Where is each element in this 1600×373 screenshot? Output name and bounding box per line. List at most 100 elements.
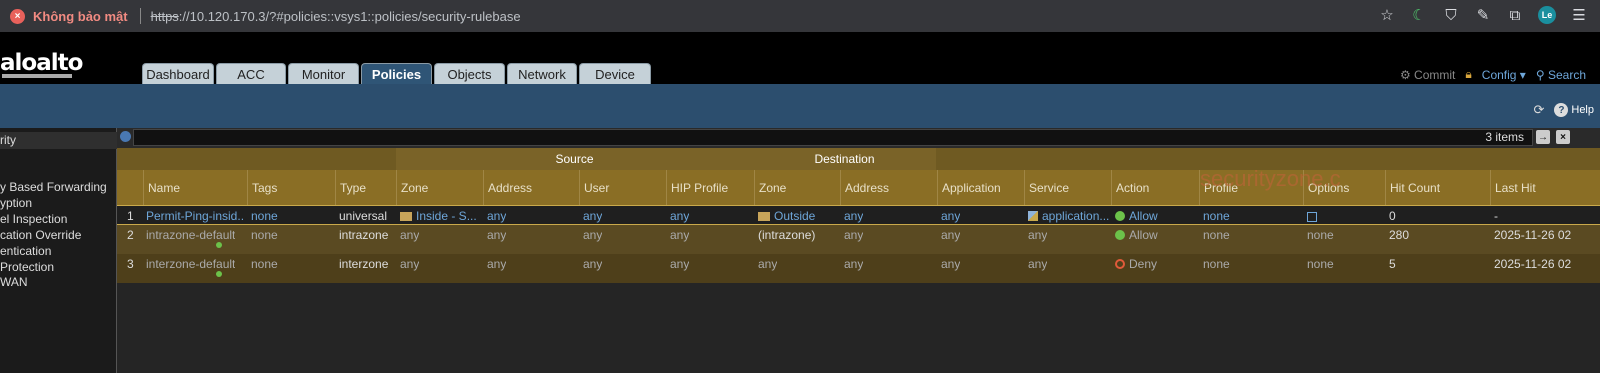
rule-profile[interactable]: none [1203,209,1230,223]
logo-subtext [2,74,72,78]
url-scheme: https [150,8,179,24]
warning-icon: × [10,8,25,24]
col-type[interactable]: Type [335,170,366,205]
zone-icon [758,212,770,221]
rule-src-zone: any [400,228,420,242]
col-application[interactable]: Application [937,170,1001,205]
rule-name[interactable]: intrazone-default [146,228,235,242]
security-warning[interactable]: × Không bảo mật [10,8,128,24]
col-name[interactable]: Name [143,170,180,205]
rule-options: none [1307,257,1334,271]
pen-icon[interactable]: ✎ [1474,6,1492,24]
rule-name[interactable]: interzone-default [146,257,235,271]
menu-icon[interactable]: ☰ [1570,6,1588,24]
default-rule-icon [216,242,222,248]
table-row[interactable]: 2 intrazone-default none intrazone any a… [117,225,1600,254]
filter-icon[interactable] [120,131,131,142]
items-count: 3 items [1485,130,1524,144]
col-src-address[interactable]: Address [483,170,532,205]
sidebar-item-dos-protection[interactable]: Protection [0,260,54,274]
tab-objects[interactable]: Objects [434,63,505,84]
tab-acc[interactable]: ACC [216,63,286,84]
rule-options: none [1307,228,1334,242]
lock-icon[interactable]: 🔒︎ [1465,67,1471,82]
policy-sidebar: rity y Based Forwarding yption el Inspec… [0,128,117,373]
rule-src-zone-label: Inside - S... [416,209,477,223]
row-number: 1 [127,209,134,223]
col-user[interactable]: User [579,170,609,205]
sidebar-item-app-override[interactable]: cation Override [0,228,81,242]
logo: aloalto [0,50,83,76]
filter-input[interactable] [133,129,1533,146]
apply-filter-icon[interactable]: → [1536,130,1550,144]
rule-user[interactable]: any [583,209,602,223]
rule-application[interactable]: any [941,209,960,223]
table-row[interactable]: 3 interzone-default none interzone any a… [117,254,1600,283]
rule-hip[interactable]: any [670,209,689,223]
config-button[interactable]: Config ▾ [1482,68,1526,82]
sidebar-item-security[interactable]: rity [0,132,117,149]
address-bar[interactable]: https://10.120.170.3/?#policies::vsys1::… [151,9,521,24]
rule-last-hit: 2025-11-26 02 [1494,228,1572,242]
sidebar-item-sdwan[interactable]: WAN [0,275,28,289]
tab-device[interactable]: Device [579,63,651,84]
help-button[interactable]: ? Help [1554,103,1594,117]
tab-policies[interactable]: Policies [361,63,432,84]
col-hip-profile[interactable]: HIP Profile [666,170,728,205]
refresh-icon[interactable]: ⟳ [1533,102,1544,118]
help-label: Help [1571,104,1594,116]
clear-filter-icon[interactable]: × [1556,130,1570,144]
header-group-destination-label: Destination [814,152,875,166]
tab-network[interactable]: Network [507,63,577,84]
security-rulebase-grid: Source Destination Name Tags Type Zone A… [117,148,1600,373]
col-last-hit[interactable]: Last Hit [1490,170,1536,205]
col-tags[interactable]: Tags [247,170,277,205]
rule-action[interactable]: Deny [1115,257,1157,271]
tab-dashboard[interactable]: Dashboard [142,63,214,84]
shield-icon[interactable]: ⛉ [1442,6,1460,24]
rule-tags: none [251,228,278,242]
col-src-zone[interactable]: Zone [396,170,428,205]
rule-action-label: Allow [1129,209,1158,223]
allow-icon [1115,211,1125,221]
sidebar-item-pbf[interactable]: y Based Forwarding [0,180,107,194]
col-dst-address[interactable]: Address [840,170,889,205]
rule-hit-count: 5 [1389,257,1396,271]
rule-src-address[interactable]: any [487,209,506,223]
rule-name[interactable]: Permit-Ping-insid... [146,209,244,223]
commit-button[interactable]: ⚙ Commit [1400,68,1455,82]
col-dst-zone[interactable]: Zone [754,170,786,205]
star-icon[interactable]: ☆ [1378,6,1396,24]
rule-profile: none [1203,257,1230,271]
table-row[interactable]: 1 Permit-Ping-insid... none universal In… [117,205,1600,225]
commit-label: Commit [1414,67,1456,82]
search-button[interactable]: ⚲ Search [1536,68,1586,82]
sidebar-item-decryption[interactable]: yption [0,196,32,210]
url-rest: ://10.120.170.3/?#policies::vsys1::polic… [178,8,521,24]
security-label: Không bảo mật [33,8,128,24]
browser-toolbar: × Không bảo mật https://10.120.170.3/?#p… [0,0,1600,32]
rule-service[interactable]: application... [1028,209,1110,223]
search-icon: ⚲ [1535,67,1545,82]
sidebar-item-tunnel-inspection[interactable]: el Inspection [0,212,67,226]
profile-avatar[interactable]: Le [1538,6,1556,24]
col-hit-count[interactable]: Hit Count [1385,170,1440,205]
moon-icon[interactable]: ☾ [1410,6,1428,24]
col-action[interactable]: Action [1111,170,1149,205]
rule-action[interactable]: Allow [1115,228,1158,242]
rule-options[interactable] [1307,211,1317,225]
rule-dst-zone[interactable]: Outside [758,209,815,223]
col-service[interactable]: Service [1024,170,1069,205]
header-actions: ⚙ Commit 🔒︎ Config ▾ ⚲ Search [1400,67,1586,82]
row-number: 2 [127,228,134,242]
rule-dst-address[interactable]: any [844,209,863,223]
rule-action-label: Allow [1129,228,1158,242]
help-area: ⟳ ? Help [1533,102,1594,118]
sidebar-item-authentication[interactable]: entication [0,244,51,258]
extensions-icon[interactable]: ⧉ [1506,6,1524,24]
tab-monitor[interactable]: Monitor [288,63,359,84]
rule-src-zone[interactable]: Inside - S... [400,209,480,223]
commit-icon: ⚙ [1399,67,1411,82]
rule-tags[interactable]: none [251,209,278,223]
rule-action[interactable]: Allow [1115,209,1158,223]
